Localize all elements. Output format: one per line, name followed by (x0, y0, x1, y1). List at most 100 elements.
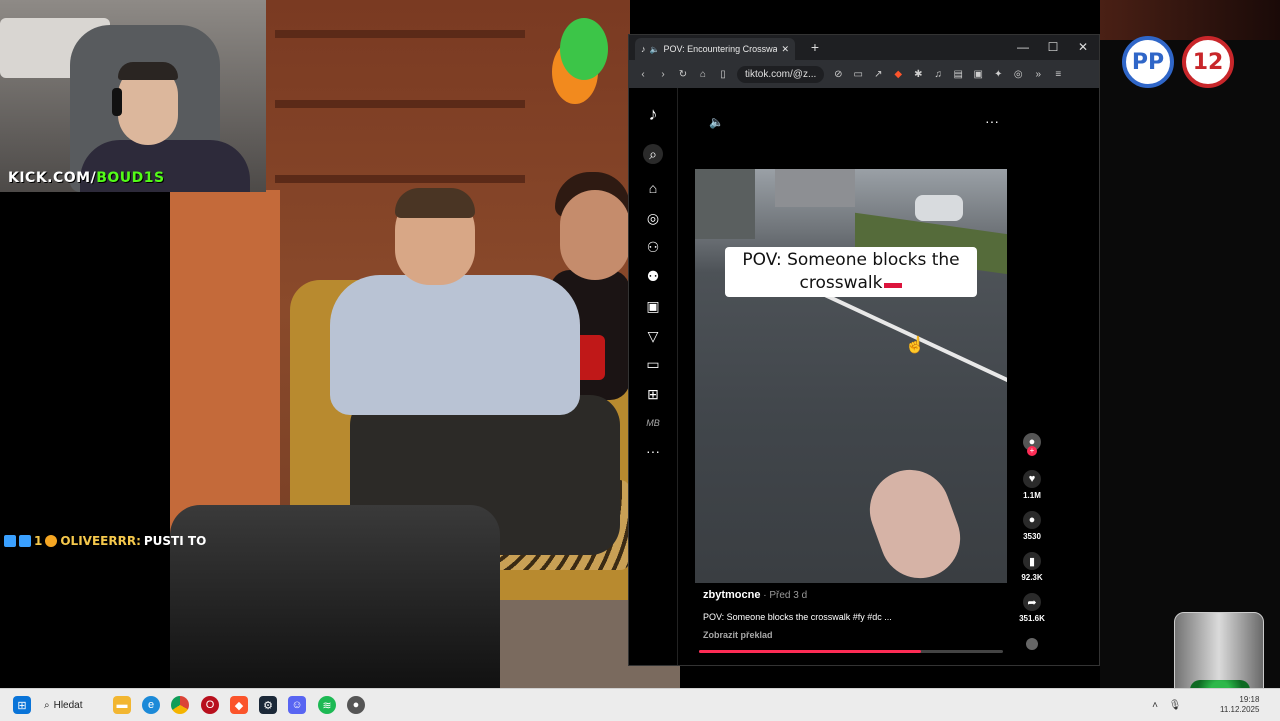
comment-button[interactable]: ● 3530 (1019, 511, 1045, 541)
bookmark-icon[interactable]: ▯ (717, 68, 729, 80)
chrome-icon[interactable] (171, 696, 189, 714)
forward-icon[interactable]: › (657, 68, 669, 80)
taskbar-search[interactable]: ⌕ Hledat (44, 694, 100, 716)
leo-icon[interactable]: ✦ (992, 68, 1004, 80)
search-icon[interactable]: ⌕ (643, 144, 663, 164)
kick-prefix: KICK.COM/ (8, 170, 97, 186)
browser-tab[interactable]: ♪ 🔈 POV: Encountering Crosswalk ✕ (635, 38, 795, 60)
cast-icon[interactable]: ▭ (852, 68, 864, 80)
more-icon[interactable]: ··· (643, 441, 663, 461)
comment-count: 3530 (1023, 532, 1041, 541)
steam-icon[interactable]: ⚙ (259, 696, 277, 714)
search-icon: ⌕ (44, 699, 50, 711)
following-icon[interactable]: ⚇ (643, 237, 663, 257)
video-caption: POV: Someone blocks the crosswalk (725, 249, 977, 295)
caption-line-2-text: crosswalk (799, 273, 883, 293)
kick-channel-label: KICK.COM/BOUD1S (8, 170, 165, 186)
mute-icon[interactable]: ⊘ (832, 68, 844, 80)
share-icon[interactable]: ↗ (872, 68, 884, 80)
shelf (275, 100, 525, 108)
menu-icon[interactable]: ≡ (1052, 68, 1064, 80)
close-window-button[interactable]: ✕ (1069, 37, 1097, 57)
badge-count: 1 (34, 534, 43, 548)
video-progress-bar[interactable] (699, 650, 1003, 653)
home-icon[interactable]: ⌂ (643, 178, 663, 198)
gift-badge-icon (19, 535, 31, 547)
messages-icon[interactable]: ▽ (643, 326, 663, 346)
address-toolbar: ‹ › ↻ ⌂ ▯ tiktok.com/@z... ⊘ ▭ ↗ ◆ ✱ ♫ ▤… (629, 60, 1099, 88)
like-button[interactable]: ♥ 1.1M (1019, 470, 1045, 500)
extensions-icon[interactable]: ✱ (912, 68, 924, 80)
discord-icon[interactable]: ☺ (288, 696, 306, 714)
file-explorer-icon[interactable]: ▬ (113, 696, 131, 714)
opera-icon[interactable]: O (201, 696, 219, 714)
right-background (1100, 0, 1280, 688)
author-name[interactable]: zbytmocne (703, 589, 760, 601)
minimize-button[interactable]: — (1009, 37, 1037, 57)
url-field[interactable]: tiktok.com/@z... (737, 65, 825, 83)
activity-icon[interactable]: ▭ (643, 354, 663, 374)
windows-start-icon[interactable]: ⊞ (13, 696, 31, 714)
man-shirt (330, 275, 580, 415)
video-author[interactable]: zbytmocne · Před 3 d (703, 589, 807, 601)
windows-taskbar: ⊞ ⌕ Hledat ▬ e O ◆ ⚙ ☺ ≋ ● ˄ 🎙 19:18 11.1… (0, 688, 1280, 721)
comment-icon: ● (1023, 511, 1041, 529)
microphone-icon[interactable]: 🎙 (1166, 696, 1184, 714)
music-disc[interactable] (1019, 638, 1045, 650)
crown-icon (45, 535, 58, 547)
tiktok-page: ♪ ⌕ ⌂ ◎ ⚇ ⚉ ▣ ▽ ▭ ⊞ MB ··· 🔈 ··· POV: So… (629, 88, 1099, 665)
browser-window: ♪ 🔈 POV: Encountering Crosswalk ✕ + — ☐ … (628, 34, 1100, 666)
streamer-hair (118, 62, 178, 80)
translate-link[interactable]: Zobrazit překlad (703, 630, 773, 640)
kick-name: BOUD1S (96, 170, 165, 186)
green-balloon (560, 18, 608, 80)
video-trees (695, 169, 755, 239)
save-button[interactable]: ▮ 92.3K (1019, 552, 1045, 582)
live-icon[interactable]: ▣ (643, 296, 663, 316)
video-player[interactable]: POV: Someone blocks the crosswalk ☝ (695, 169, 1007, 583)
taskbar-clock[interactable]: 19:18 11.12.2025 (1220, 695, 1259, 715)
sidebar-icon[interactable]: ▤ (952, 68, 964, 80)
spotify-icon[interactable]: ≋ (318, 696, 336, 714)
new-tab-button[interactable]: + (801, 37, 829, 57)
home-icon[interactable]: ⌂ (697, 68, 709, 80)
maximize-button[interactable]: ☐ (1039, 37, 1067, 57)
woman-face (560, 190, 630, 280)
video-hand (858, 458, 972, 583)
music-disc-icon (1026, 638, 1038, 650)
friends-icon[interactable]: ⚉ (643, 266, 663, 286)
upload-icon[interactable]: ⊞ (643, 384, 663, 404)
right-decoration (1100, 0, 1280, 40)
back-icon[interactable]: ‹ (637, 68, 649, 80)
wallet-icon[interactable]: ▣ (972, 68, 984, 80)
video-description: POV: Someone blocks the crosswalk #fy #d… (703, 612, 892, 622)
chat-text: PUSTI TO (143, 534, 207, 548)
obs-icon[interactable]: ● (347, 696, 365, 714)
search-label: Hledat (53, 699, 83, 711)
post-date: · Před 3 d (760, 590, 808, 601)
age-rating-logo: 12 (1182, 36, 1234, 88)
tiktok-logo-icon[interactable]: ♪ (643, 104, 663, 124)
poland-flag-icon (884, 278, 903, 288)
clock-time: 19:18 (1239, 695, 1260, 704)
mouse-cursor-icon: ☝ (905, 337, 925, 354)
explore-icon[interactable]: ◎ (643, 208, 663, 228)
overflow-icon[interactable]: » (1032, 68, 1044, 80)
more-options-icon[interactable]: ··· (985, 113, 999, 129)
brave-shield-icon[interactable]: ◆ (892, 68, 904, 80)
volume-icon[interactable]: 🔈 (709, 115, 724, 129)
video-house (775, 169, 855, 207)
tab-close-button[interactable]: ✕ (781, 44, 789, 55)
like-count: 1.1M (1023, 491, 1041, 500)
profile-initials[interactable]: MB (643, 413, 663, 433)
caption-line-1: POV: Someone blocks the (742, 250, 960, 270)
reload-icon[interactable]: ↻ (677, 68, 689, 80)
share-button[interactable]: ➦ 351.6K (1019, 593, 1045, 623)
vpn-icon[interactable]: ◎ (1012, 68, 1024, 80)
music-icon[interactable]: ♫ (932, 68, 944, 80)
chat-message: 1 OLIVEERRR: PUSTI TO (4, 534, 206, 548)
show-hidden-icons[interactable]: ˄ (1146, 696, 1164, 714)
brave-icon[interactable]: ◆ (230, 696, 248, 714)
edge-icon[interactable]: e (142, 696, 160, 714)
creator-avatar[interactable]: ● + (1019, 433, 1045, 456)
